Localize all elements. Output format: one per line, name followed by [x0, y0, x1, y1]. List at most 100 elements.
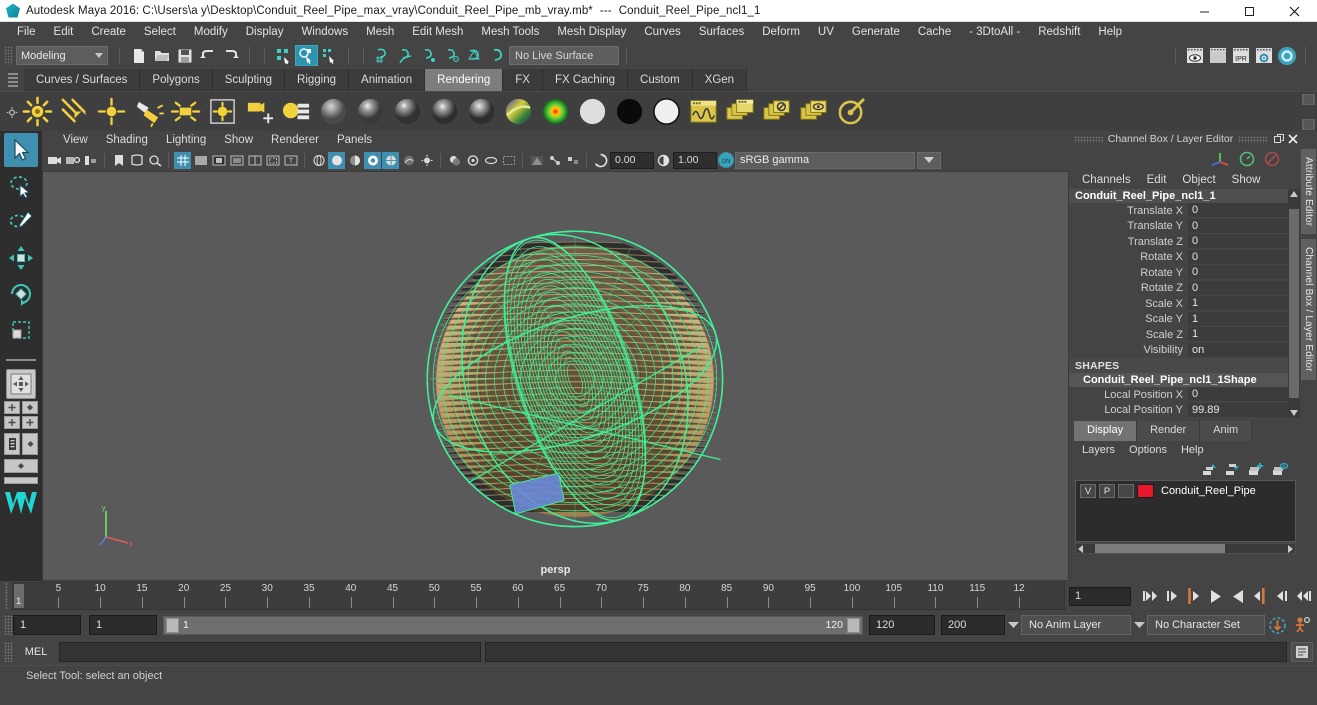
display-layer-list[interactable]: VP Conduit_Reel_Pipe	[1075, 480, 1296, 542]
paint-select-tool[interactable]	[4, 205, 38, 239]
viewport-menu-view[interactable]: View	[54, 134, 97, 146]
menu-set-selector[interactable]: Modeling	[16, 46, 108, 65]
layer-tab-display[interactable]: Display	[1074, 421, 1137, 441]
new-layer-from-selected-icon[interactable]	[1272, 462, 1288, 475]
directional-light-icon[interactable]	[59, 96, 90, 127]
motion-blur-icon[interactable]	[482, 152, 499, 169]
time-slider[interactable]: 1 51015202530354045505560657075808590951…	[12, 582, 1065, 610]
panel-grip-right[interactable]	[1238, 136, 1267, 143]
xray-joints-icon[interactable]	[546, 152, 563, 169]
scroll-down-arrow[interactable]	[1290, 410, 1298, 416]
color-management-dropdown-arrow[interactable]	[917, 152, 941, 169]
gamma-icon[interactable]	[655, 152, 672, 169]
shelf-tab-curves-surfaces[interactable]: Curves / Surfaces	[24, 69, 140, 91]
select-by-hierarchy-icon[interactable]	[272, 45, 295, 66]
menu-create[interactable]: Create	[82, 23, 135, 42]
persp-graph-layout[interactable]	[4, 459, 38, 473]
menu-file[interactable]: File	[8, 23, 45, 42]
channelbox-menu-show[interactable]: Show	[1225, 174, 1268, 186]
channel-value[interactable]: 1	[1188, 327, 1300, 342]
color-management-toggle-icon[interactable]: ON	[718, 152, 734, 168]
command-input[interactable]	[59, 642, 481, 662]
minimize-icon[interactable]	[1182, 0, 1227, 22]
command-language-label[interactable]: MEL	[17, 646, 55, 658]
render-view-icon[interactable]	[725, 96, 756, 127]
shelf-tab-rigging[interactable]: Rigging	[285, 69, 349, 91]
render-settings-icon[interactable]	[762, 96, 793, 127]
xray-icon[interactable]	[528, 152, 545, 169]
channel-row[interactable]: Translate X0	[1069, 203, 1300, 219]
character-set-dropdown-arrow[interactable]	[1131, 622, 1147, 629]
scroll-thumb[interactable]	[1289, 209, 1299, 398]
layout-cell[interactable]	[4, 401, 20, 414]
layer-visibility-toggle[interactable]: V	[1080, 484, 1096, 498]
shelf-tab-fx-caching[interactable]: FX Caching	[543, 69, 628, 91]
layout-cell[interactable]	[4, 459, 38, 473]
auto-keyframe-icon[interactable]	[1265, 614, 1289, 636]
lock-camera-icon[interactable]	[64, 152, 81, 169]
menu-uv[interactable]: UV	[809, 23, 843, 42]
commandline-grip[interactable]	[4, 642, 13, 662]
shelf-tab-xgen[interactable]: XGen	[693, 69, 747, 91]
exposure-field[interactable]: 0.00	[610, 152, 654, 169]
viewport-menu-show[interactable]: Show	[215, 134, 262, 146]
textured-icon[interactable]	[400, 152, 417, 169]
menu-modify[interactable]: Modify	[185, 23, 237, 42]
maximize-icon[interactable]	[1227, 0, 1272, 22]
move-layer-up-icon[interactable]	[1202, 462, 1217, 475]
channelbox-menu-channels[interactable]: Channels	[1075, 174, 1138, 186]
color-management-select[interactable]: sRGB gamma	[735, 152, 915, 169]
shelf-scroll-down[interactable]	[1302, 119, 1315, 130]
layer-playback-toggle[interactable]: P	[1099, 484, 1115, 498]
playback-end-time-field[interactable]: 120	[869, 615, 935, 635]
layout-cell[interactable]	[22, 401, 38, 414]
smooth-shade-selected-icon[interactable]	[346, 152, 363, 169]
gamma-field[interactable]: 1.00	[673, 152, 717, 169]
panel-grip-left[interactable]	[1074, 136, 1103, 143]
menu-select[interactable]: Select	[135, 23, 185, 42]
3d-viewport[interactable]: y x persp	[42, 171, 1069, 581]
move-layer-down-icon[interactable]	[1225, 462, 1240, 475]
channel-value[interactable]: 0	[1188, 234, 1300, 249]
hscroll-thumb[interactable]	[1095, 544, 1225, 553]
volume-light-icon[interactable]	[207, 96, 238, 127]
layer-menu-options[interactable]: Options	[1122, 444, 1174, 456]
shelf-options-icon[interactable]	[6, 92, 18, 132]
layer-tab-render[interactable]: Render	[1137, 421, 1200, 441]
menu-generate[interactable]: Generate	[843, 23, 909, 42]
layer-name[interactable]: Conduit_Reel_Pipe	[1161, 485, 1256, 497]
channel-value[interactable]: 0	[1188, 281, 1300, 296]
four-view-layout[interactable]	[4, 401, 38, 429]
viewport-menu-lighting[interactable]: Lighting	[157, 134, 215, 146]
point-light-icon[interactable]	[96, 96, 127, 127]
layout-cell[interactable]	[22, 433, 38, 455]
render-globals-icon[interactable]	[799, 96, 830, 127]
select-camera-icon[interactable]	[46, 152, 63, 169]
step-forward-key-icon[interactable]	[1250, 586, 1269, 606]
channel-value[interactable]: 0	[1188, 265, 1300, 280]
channel-row[interactable]: Scale X1	[1069, 296, 1300, 312]
shelf-scroll-buttons[interactable]	[1302, 94, 1315, 130]
select-by-object-type-icon[interactable]	[295, 45, 318, 66]
layered-shader-icon[interactable]	[503, 96, 534, 127]
live-surface-field[interactable]: No Live Surface	[509, 46, 619, 65]
light-linking-icon[interactable]	[244, 96, 275, 127]
snap-to-view-plane-icon[interactable]	[463, 45, 486, 66]
shelf-scroll-up[interactable]	[1302, 94, 1315, 105]
hscroll-right-arrow[interactable]	[1288, 545, 1293, 553]
current-time-indicator[interactable]: 1	[14, 584, 24, 608]
timeslider-grip[interactable]	[0, 582, 12, 610]
smooth-shade-all-icon[interactable]	[328, 152, 345, 169]
snap-to-grid-icon[interactable]	[371, 45, 394, 66]
layer-display-mode-toggle[interactable]	[1118, 484, 1134, 498]
snap-to-point-icon[interactable]	[417, 45, 440, 66]
menu-mesh[interactable]: Mesh	[357, 23, 403, 42]
camera-attributes-icon[interactable]	[82, 152, 99, 169]
flat-shade-icon[interactable]	[364, 152, 381, 169]
new-scene-icon[interactable]	[127, 45, 150, 66]
grid-toggle-icon[interactable]	[174, 152, 191, 169]
range-start-handle[interactable]	[166, 618, 179, 633]
exposure-icon[interactable]	[592, 152, 609, 169]
image-plane-icon[interactable]	[128, 152, 145, 169]
viewport-menu-renderer[interactable]: Renderer	[262, 134, 328, 146]
